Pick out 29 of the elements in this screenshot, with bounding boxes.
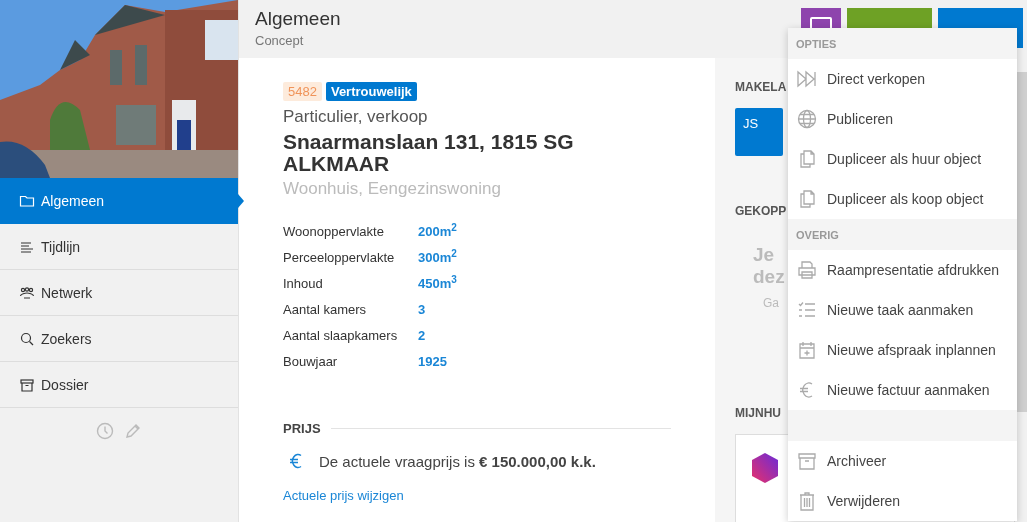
spec-label: Woonoppervlakte (283, 223, 385, 241)
page-subtitle: Concept (255, 33, 305, 48)
property-type: Woonhuis, Eengezinswoning (283, 179, 502, 199)
spec-value: 300m$^{2}$ (418, 249, 458, 267)
spec-value: 200m$^{2}$ (418, 223, 458, 241)
spec-value: 3 (418, 301, 427, 319)
confidential-badge: Vertrouwelijk (325, 82, 417, 101)
property-address: Snaarmanslaan 131, 1815 SG ALKMAAR (283, 131, 575, 175)
empty-message: dez (753, 266, 785, 288)
spec-label: Aantal kamers (283, 301, 368, 319)
property-category: Particulier, verkoop (283, 107, 429, 127)
section-heading: MAKELA (735, 80, 787, 94)
spec-label: Perceeloppervlakte (283, 249, 396, 267)
spec-value: 1925 (418, 353, 448, 371)
spec-label: Aantal slaapkamers (283, 327, 399, 345)
menu-heading: OPTIES (796, 37, 837, 50)
spec-label: Bouwjaar (283, 353, 339, 371)
spec-value: 2 (418, 327, 427, 345)
id-badge: 5482 (283, 82, 322, 101)
spec-label: Inhoud (283, 275, 324, 293)
section-heading: GEKOPP (735, 204, 787, 218)
page-title: Algemeen (255, 8, 341, 30)
section-heading: MIJNHU (735, 406, 781, 420)
empty-message: Je (753, 244, 775, 266)
menu-heading: OVERIG (796, 228, 839, 241)
empty-hint: Ga (763, 296, 779, 310)
price-text: De actuele vraagprijs is € 150.000,00 k.k. (319, 452, 596, 470)
section-heading: PRIJS (283, 421, 321, 436)
spec-value: 450m$^{3}$ (418, 275, 458, 293)
